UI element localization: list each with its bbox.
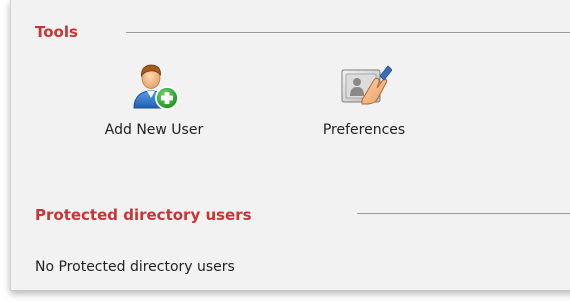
protected-users-section-title: Protected directory users — [35, 206, 252, 224]
add-new-user-button[interactable]: Add New User — [79, 58, 229, 138]
tools-divider — [126, 32, 570, 33]
preferences-label: Preferences — [322, 122, 406, 138]
preferences-icon — [336, 58, 393, 114]
tools-panel: Tools Add New User Preferences Protected… — [10, 0, 570, 291]
protected-users-empty-message: No Protected directory users — [35, 259, 235, 275]
page: Tools Add New User Preferences Protected… — [0, 0, 570, 306]
protected-users-divider — [357, 213, 570, 214]
add-user-icon — [126, 58, 182, 114]
add-new-user-label: Add New User — [104, 122, 204, 138]
tools-section-title: Tools — [35, 23, 78, 41]
preferences-button[interactable]: Preferences — [299, 58, 429, 138]
